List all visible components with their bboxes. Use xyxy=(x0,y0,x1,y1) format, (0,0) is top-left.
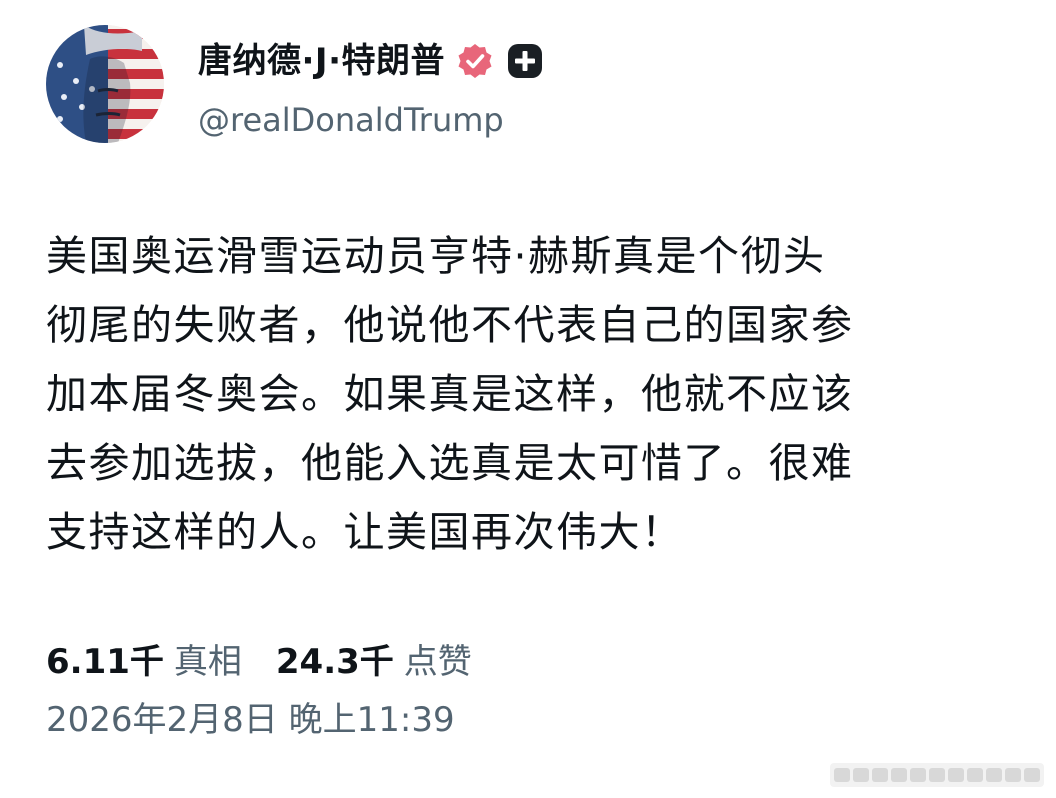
post-line: 美国奥运滑雪运动员亨特·赫斯真是个彻头 xyxy=(46,232,826,280)
likes-count: 24.3千 xyxy=(275,641,394,682)
post-text: 美国奥运滑雪运动员亨特·赫斯真是个彻头 彻尾的失败者，他说他不代表自己的国家参 … xyxy=(46,222,1016,567)
avatar-image xyxy=(46,25,164,143)
post-line: 支持这样的人。让美国再次伟大！ xyxy=(46,508,684,556)
avatar[interactable] xyxy=(46,25,164,143)
display-name-row: 唐纳德·J·特朗普 xyxy=(198,38,545,84)
verified-badge-icon xyxy=(455,41,495,81)
post-line: 彻尾的失败者，他说他不代表自己的国家参 xyxy=(46,301,854,349)
post-timestamp: 2026年2月8日 晚上11:39 xyxy=(46,700,455,740)
plus-badge-icon xyxy=(505,41,545,81)
watermark xyxy=(830,763,1044,787)
likes-label: 点赞 xyxy=(403,641,472,682)
post-stats: 6.11千 真相 24.3千 点赞 xyxy=(46,630,472,686)
user-handle[interactable]: @realDonaldTrump xyxy=(198,98,504,142)
post-line: 加本届冬奥会。如果真是这样，他就不应该 xyxy=(46,370,854,418)
display-name[interactable]: 唐纳德·J·特朗普 xyxy=(198,38,445,84)
likes-stat[interactable]: 24.3千 点赞 xyxy=(276,634,472,683)
truths-label: 真相 xyxy=(173,641,242,682)
truths-count: 6.11千 xyxy=(46,641,164,682)
truths-stat[interactable]: 6.11千 真相 xyxy=(46,634,242,683)
post-line: 去参加选拔，他能入选真是太可惜了。很难 xyxy=(46,439,854,487)
